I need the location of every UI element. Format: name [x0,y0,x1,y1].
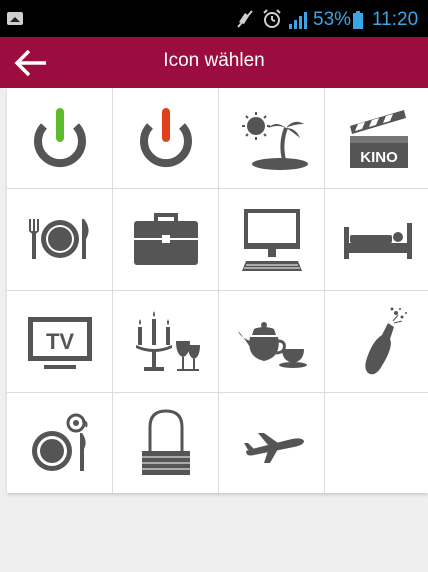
icon-option-briefcase[interactable] [113,189,218,289]
status-bar: 53% 11:20 [0,0,428,37]
battery-icon [353,11,363,29]
vacation-icon [241,112,308,170]
champagne-icon [364,307,407,375]
power-off-icon [139,108,192,168]
bed-icon [343,223,412,259]
airplane-icon [243,433,304,463]
cinema-icon: KINO [349,110,408,168]
alarm-icon [263,9,281,28]
briefcase-icon [133,213,198,265]
svg-text:KINO: KINO [360,149,398,166]
icon-option-tea[interactable] [219,291,324,391]
icon-option-empty [325,393,428,493]
icon-option-shopping-bag[interactable] [113,393,218,493]
mute-icon [237,10,253,28]
page-title: Icon wählen [163,50,265,71]
icon-option-cinema[interactable]: KINO [325,88,428,188]
svg-text:TV: TV [45,329,73,354]
dining-icon [28,219,89,259]
icon-option-power-off[interactable] [113,88,218,188]
app-bar: Icon wählen [0,37,428,88]
icon-option-breakfast[interactable] [7,393,112,493]
icon-option-power-on[interactable] [7,88,112,188]
icon-option-computer[interactable] [219,189,324,289]
icon-grid: KINO TV [7,88,428,493]
clock: 11:20 [372,9,419,30]
tv-icon: TV [27,317,92,369]
icon-option-champagne[interactable] [325,291,428,391]
power-on-icon [33,108,86,168]
icon-option-bed[interactable] [325,189,428,289]
icon-option-tv[interactable]: TV [7,291,112,391]
icon-option-vacation[interactable] [219,88,324,188]
computer-icon [241,209,302,271]
shopping-bag-icon [141,409,190,475]
breakfast-icon [31,413,87,471]
icon-option-airplane[interactable] [219,393,324,493]
screenshot-icon [7,12,23,25]
icon-option-candlelight-dinner[interactable] [113,291,218,391]
candlelight-dinner-icon [135,311,200,371]
signal-icon [289,12,307,29]
tea-icon [237,322,307,368]
icon-option-dining[interactable] [7,189,112,289]
battery-percent: 53% [313,9,352,30]
